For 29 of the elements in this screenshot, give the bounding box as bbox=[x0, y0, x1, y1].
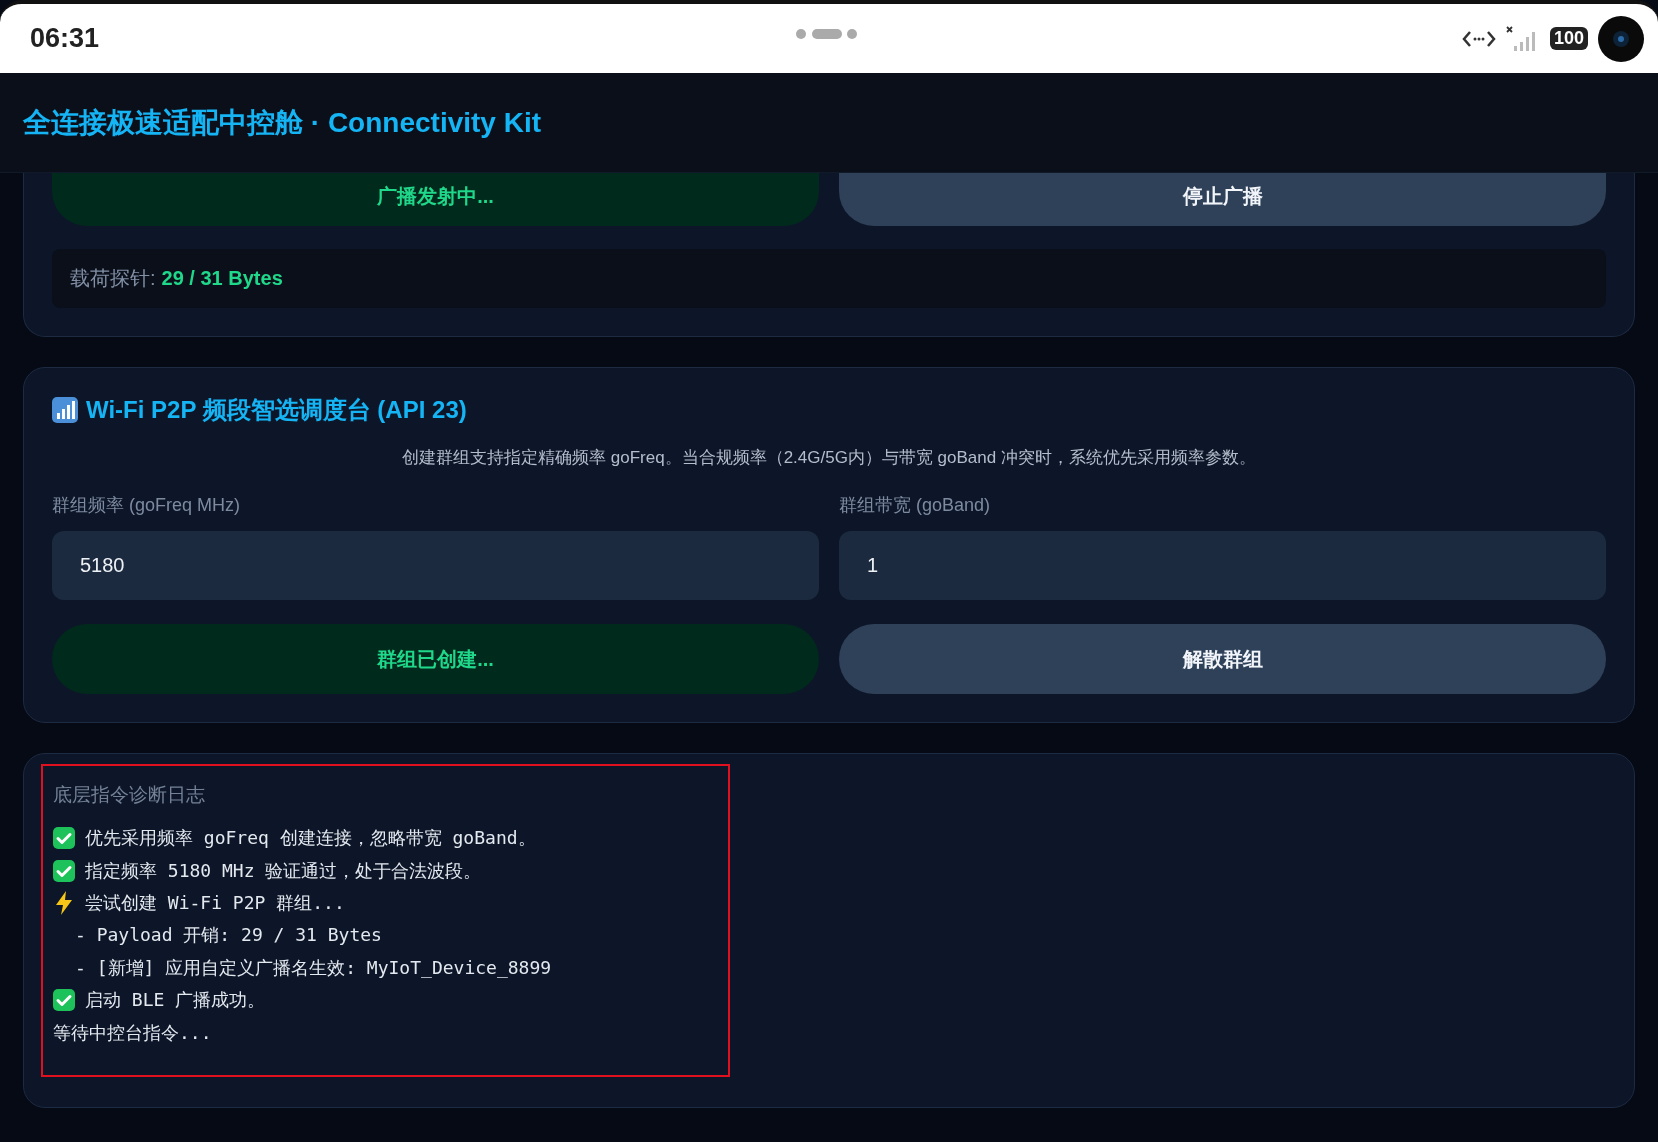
status-button[interactable]: 群组已创建... bbox=[52, 624, 819, 694]
lightning-icon bbox=[53, 890, 75, 915]
card-title: Wi-Fi P2P 频段智选调度台 (API 23) bbox=[86, 395, 467, 425]
app-title: 全连接极速适配中控舱 · Connectivity Kit bbox=[23, 105, 541, 140]
field-label: 群组带宽 (goBand) bbox=[839, 494, 992, 517]
camera-icon bbox=[1598, 15, 1644, 62]
log-line: 指定频率 5180 MHz 验证通过，处于合法波段。 bbox=[85, 858, 482, 883]
log-line: - Payload 开销: 29 / 31 Bytes bbox=[75, 923, 382, 948]
check-icon bbox=[53, 827, 75, 850]
card-description: 创建群组支持指定精确频率 goFreq。当合规频率（2.4G/5G内）与带宽 goBand 冲突时，系统优先采用频率参数。 bbox=[401, 447, 1257, 469]
payload-value: 29 / 31 Bytes bbox=[161, 267, 283, 290]
log-line: - [新增] 应用自定义广播名生效: MyIoT_Device_8899 bbox=[75, 955, 552, 980]
field-label: 群组频率 (goFreq MHz) bbox=[52, 494, 241, 517]
battery-level: 100 bbox=[1549, 27, 1588, 50]
stop-button[interactable]: 停止广播 bbox=[839, 173, 1606, 226]
log-line: 优先采用频率 goFreq 创建连接，忽略带宽 goBand。 bbox=[85, 826, 536, 851]
input-field[interactable]: 5180 bbox=[52, 531, 819, 600]
check-icon bbox=[53, 989, 75, 1012]
log-line: 尝试创建 Wi-Fi P2P 群组... bbox=[85, 890, 345, 915]
check-icon bbox=[53, 859, 75, 882]
status-time: 06:31 bbox=[30, 23, 100, 54]
log-line: 启动 BLE 广播成功。 bbox=[85, 988, 266, 1013]
status-button[interactable]: 广播发射中... bbox=[52, 173, 819, 226]
payload-label: 载荷探针: bbox=[70, 266, 156, 291]
log-line: 等待中控台指令... bbox=[53, 1020, 212, 1045]
input-field[interactable]: 1 bbox=[839, 531, 1606, 600]
signal-bars-icon bbox=[52, 397, 78, 423]
log-title: 底层指令诊断日志 bbox=[53, 783, 206, 807]
disband-button[interactable]: 解散群组 bbox=[839, 624, 1606, 694]
